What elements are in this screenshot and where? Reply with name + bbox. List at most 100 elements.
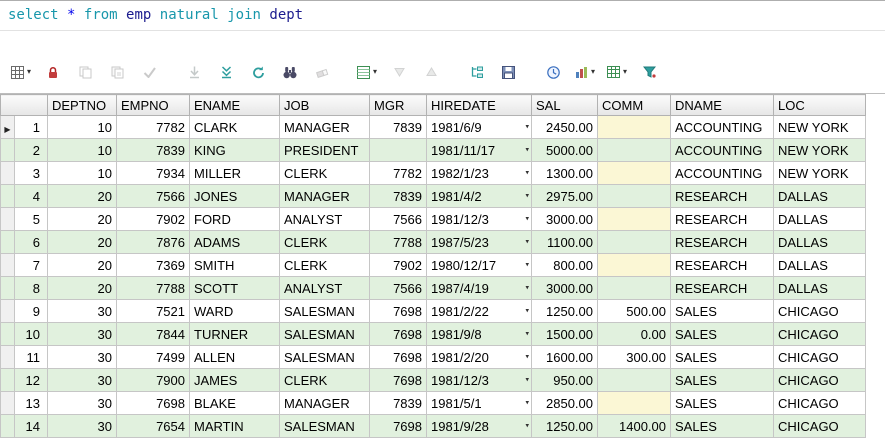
save-button[interactable] <box>493 59 523 85</box>
cell-sal[interactable]: 3000.00 <box>531 207 598 231</box>
history-button[interactable] <box>538 59 568 85</box>
cell-loc[interactable]: NEW YORK <box>773 138 866 162</box>
sort-ascending-button[interactable] <box>416 59 446 85</box>
cell-mgr[interactable]: 7698 <box>369 299 427 323</box>
cell-empno[interactable]: 7902 <box>116 207 190 231</box>
cell-hiredate[interactable]: 1981/9/28 ▾ <box>426 414 532 438</box>
cell-empno[interactable]: 7566 <box>116 184 190 208</box>
query-data-button[interactable]: ▾ <box>6 59 36 85</box>
column-header-empno[interactable]: EMPNO <box>116 94 190 116</box>
dropdown-caret-icon[interactable]: ▾ <box>623 68 627 76</box>
cell-job[interactable]: SALESMAN <box>279 299 370 323</box>
cell-deptno[interactable]: 30 <box>47 368 117 392</box>
copy-append-button[interactable] <box>102 59 132 85</box>
column-header-loc[interactable]: LOC <box>773 94 866 116</box>
cell-comm[interactable] <box>597 115 671 139</box>
cell-ename[interactable]: ALLEN <box>189 345 280 369</box>
cell-comm[interactable] <box>597 391 671 415</box>
fetch-next-button[interactable] <box>179 59 209 85</box>
cell-comm[interactable] <box>597 161 671 185</box>
cell-dname[interactable]: SALES <box>670 414 774 438</box>
cell-deptno[interactable]: 20 <box>47 184 117 208</box>
cell-ename[interactable]: JONES <box>189 184 280 208</box>
cell-dname[interactable]: RESEARCH <box>670 230 774 254</box>
date-dropdown-icon[interactable]: ▾ <box>525 193 529 200</box>
cell-dname[interactable]: RESEARCH <box>670 253 774 277</box>
cell-loc[interactable]: CHICAGO <box>773 391 866 415</box>
row-number[interactable]: 9 <box>14 299 48 323</box>
cell-sal[interactable]: 5000.00 <box>531 138 598 162</box>
cell-empno[interactable]: 7369 <box>116 253 190 277</box>
cell-sal[interactable]: 3000.00 <box>531 276 598 300</box>
cell-comm[interactable] <box>597 138 671 162</box>
date-dropdown-icon[interactable]: ▾ <box>525 377 529 384</box>
date-dropdown-icon[interactable]: ▾ <box>525 308 529 315</box>
cell-comm[interactable]: 500.00 <box>597 299 671 323</box>
cell-loc[interactable]: DALLAS <box>773 184 866 208</box>
cell-empno[interactable]: 7788 <box>116 276 190 300</box>
cell-sal[interactable]: 1600.00 <box>531 345 598 369</box>
cell-sal[interactable]: 1300.00 <box>531 161 598 185</box>
column-header-job[interactable]: JOB <box>279 94 370 116</box>
cell-job[interactable]: MANAGER <box>279 391 370 415</box>
cell-job[interactable]: CLERK <box>279 161 370 185</box>
cell-empno[interactable]: 7654 <box>116 414 190 438</box>
cell-dname[interactable]: RESEARCH <box>670 276 774 300</box>
dropdown-caret-icon[interactable]: ▾ <box>27 68 31 76</box>
date-dropdown-icon[interactable]: ▾ <box>525 147 529 154</box>
date-dropdown-icon[interactable]: ▾ <box>525 239 529 246</box>
copy-button[interactable] <box>70 59 100 85</box>
cell-hiredate[interactable]: 1982/1/23 ▾ <box>426 161 532 185</box>
cell-deptno[interactable]: 20 <box>47 207 117 231</box>
row-number[interactable]: 1 <box>14 115 48 139</box>
cell-job[interactable]: SALESMAN <box>279 345 370 369</box>
cell-hiredate[interactable]: 1981/4/2 ▾ <box>426 184 532 208</box>
cell-hiredate[interactable]: 1981/2/22 ▾ <box>426 299 532 323</box>
date-dropdown-icon[interactable]: ▾ <box>525 262 529 269</box>
sort-descending-button[interactable] <box>384 59 414 85</box>
cell-sal[interactable]: 2975.00 <box>531 184 598 208</box>
row-number[interactable]: 4 <box>14 184 48 208</box>
cell-comm[interactable] <box>597 253 671 277</box>
refresh-button[interactable] <box>243 59 273 85</box>
find-button[interactable] <box>275 59 305 85</box>
cell-job[interactable]: SALESMAN <box>279 414 370 438</box>
fetch-all-button[interactable] <box>211 59 241 85</box>
cell-mgr[interactable]: 7698 <box>369 322 427 346</box>
dropdown-caret-icon[interactable]: ▾ <box>373 68 377 76</box>
cell-sal[interactable]: 1250.00 <box>531 414 598 438</box>
cell-dname[interactable]: RESEARCH <box>670 184 774 208</box>
column-header-deptno[interactable]: DEPTNO <box>47 94 117 116</box>
cell-loc[interactable]: DALLAS <box>773 253 866 277</box>
cell-loc[interactable]: CHICAGO <box>773 299 866 323</box>
cell-hiredate[interactable]: 1980/12/17 ▾ <box>426 253 532 277</box>
cell-mgr[interactable]: 7698 <box>369 345 427 369</box>
cell-dname[interactable]: ACCOUNTING <box>670 115 774 139</box>
cell-hiredate[interactable]: 1987/4/19 ▾ <box>426 276 532 300</box>
cell-job[interactable]: CLERK <box>279 368 370 392</box>
cell-deptno[interactable]: 30 <box>47 414 117 438</box>
cell-mgr[interactable]: 7566 <box>369 207 427 231</box>
date-dropdown-icon[interactable]: ▾ <box>525 216 529 223</box>
row-number[interactable]: 3 <box>14 161 48 185</box>
cell-empno[interactable]: 7521 <box>116 299 190 323</box>
cell-dname[interactable]: SALES <box>670 368 774 392</box>
cell-mgr[interactable]: 7566 <box>369 276 427 300</box>
cell-comm[interactable]: 1400.00 <box>597 414 671 438</box>
column-header-sal[interactable]: SAL <box>531 94 598 116</box>
filter-button[interactable] <box>634 59 664 85</box>
cell-deptno[interactable]: 30 <box>47 299 117 323</box>
cell-empno[interactable]: 7934 <box>116 161 190 185</box>
cell-comm[interactable] <box>597 207 671 231</box>
pivot-table-button[interactable]: ▾ <box>602 59 632 85</box>
lock-button[interactable] <box>38 59 68 85</box>
cell-loc[interactable]: DALLAS <box>773 207 866 231</box>
row-number[interactable]: 2 <box>14 138 48 162</box>
cell-ename[interactable]: KING <box>189 138 280 162</box>
cell-comm[interactable]: 300.00 <box>597 345 671 369</box>
sql-editor[interactable]: select * from emp natural join dept <box>0 0 885 31</box>
date-dropdown-icon[interactable]: ▾ <box>525 170 529 177</box>
cell-sal[interactable]: 1250.00 <box>531 299 598 323</box>
cell-ename[interactable]: WARD <box>189 299 280 323</box>
cell-dname[interactable]: RESEARCH <box>670 207 774 231</box>
